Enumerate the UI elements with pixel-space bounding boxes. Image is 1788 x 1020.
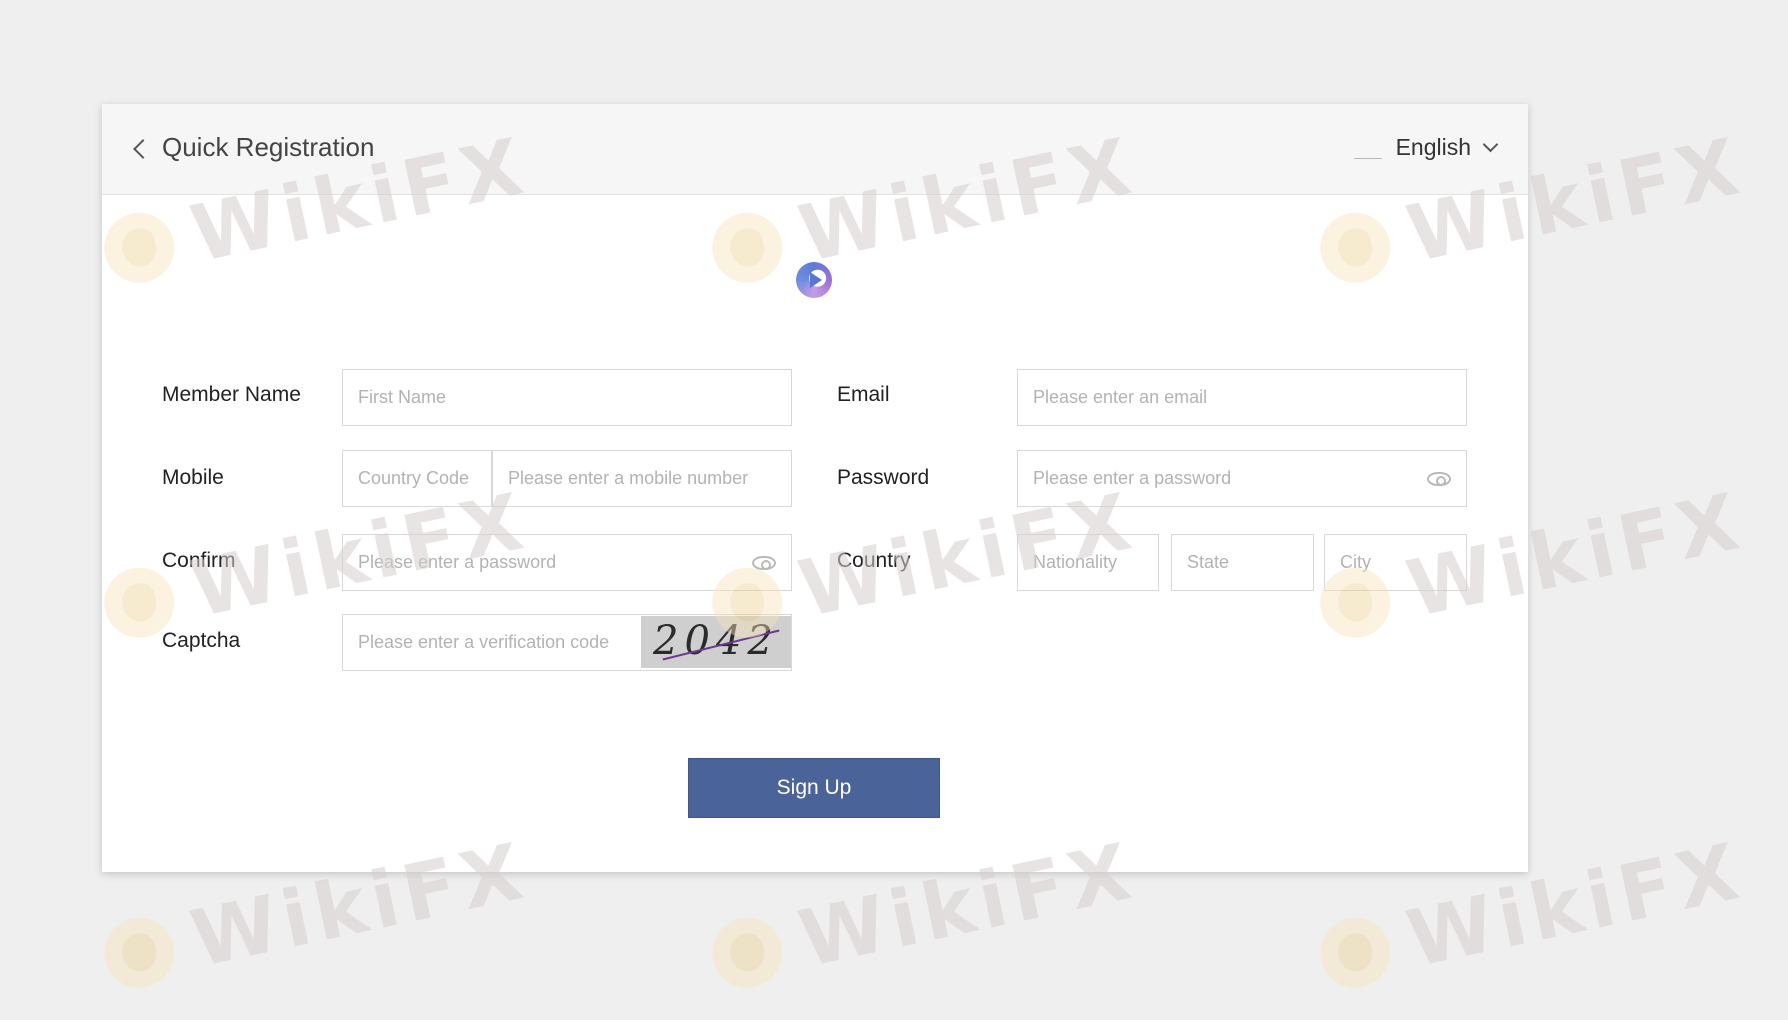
mobile-label: Mobile — [162, 466, 224, 489]
dialog-header: Quick Registration English — [102, 104, 1528, 195]
captcha-image[interactable]: 2042 — [641, 616, 791, 668]
chevron-down-icon — [1482, 136, 1499, 153]
confirm-password-input[interactable] — [342, 534, 792, 591]
show-password-eye-icon[interactable] — [1427, 472, 1451, 486]
captcha-label: Captcha — [162, 629, 241, 652]
password-input[interactable] — [1017, 450, 1467, 507]
country-label: Country — [837, 549, 911, 572]
confirm-label: Confirm — [162, 549, 236, 572]
member-name-label: Member Name — [162, 383, 301, 406]
language-select[interactable]: English — [1353, 134, 1499, 161]
email-input[interactable] — [1017, 369, 1467, 426]
chevron-left-icon[interactable] — [133, 138, 153, 159]
show-confirm-eye-icon[interactable] — [752, 556, 776, 570]
language-label: English — [1395, 134, 1471, 160]
language-flag-icon — [1353, 137, 1382, 159]
email-label: Email — [837, 383, 890, 406]
brand-logo — [796, 262, 832, 298]
country-code-input[interactable] — [342, 450, 492, 507]
registration-dialog: Quick Registration English Member Name E… — [102, 104, 1528, 872]
first-name-input[interactable] — [342, 369, 792, 426]
city-select[interactable] — [1324, 534, 1467, 591]
password-label: Password — [837, 466, 930, 489]
watermark-logo-icon — [97, 911, 181, 995]
back-button[interactable]: Quick Registration — [133, 132, 375, 163]
watermark-logo-icon — [705, 911, 789, 995]
watermark-logo-icon — [1313, 911, 1397, 995]
mobile-number-input[interactable] — [492, 450, 792, 507]
sign-up-button[interactable]: Sign Up — [688, 758, 940, 818]
page-title: Quick Registration — [162, 132, 375, 162]
nationality-select[interactable] — [1017, 534, 1159, 591]
state-select[interactable] — [1171, 534, 1314, 591]
